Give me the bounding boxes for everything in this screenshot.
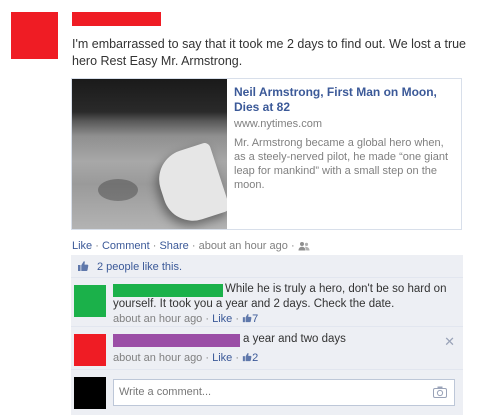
- like-summary-row: 2 people like this.: [71, 255, 463, 278]
- comment-placeholder: Write a comment...: [119, 386, 212, 398]
- separator: ·: [149, 240, 160, 252]
- thumbs-up-icon: [77, 260, 89, 272]
- commenter-avatar[interactable]: [74, 334, 106, 366]
- comment-item: a year and two days about an hour ago · …: [71, 328, 463, 370]
- comment-timestamp[interactable]: about an hour ago: [113, 313, 202, 325]
- thumbs-up-icon: [242, 314, 252, 323]
- poster-name-redacted[interactable]: [72, 12, 161, 26]
- likes-summary-link[interactable]: 2 people like this.: [97, 261, 182, 273]
- feedback-section: 2 people like this. While he is truly a …: [71, 255, 463, 415]
- link-thumbnail[interactable]: [72, 79, 227, 229]
- commenter-avatar[interactable]: [74, 285, 106, 317]
- comment-item: While he is truly a hero, don't be so ha…: [71, 279, 463, 327]
- separator: ·: [232, 352, 243, 364]
- post-actions: Like · Comment · Share · about an hour a…: [72, 240, 310, 254]
- shared-link-card[interactable]: Neil Armstrong, First Man on Moon, Dies …: [71, 78, 462, 230]
- post-text: I'm embarrassed to say that it took me 2…: [72, 37, 467, 68]
- viewer-avatar: [74, 377, 106, 409]
- comment-meta: about an hour ago · Like · 7: [113, 313, 258, 325]
- separator: ·: [232, 313, 243, 325]
- separator: ·: [188, 240, 199, 252]
- like-count-number: 7: [252, 313, 259, 325]
- comment-like-link[interactable]: Like: [212, 352, 232, 364]
- poster-avatar[interactable]: [11, 12, 58, 59]
- footprint-shape: [98, 179, 138, 201]
- close-icon[interactable]: ✕: [444, 334, 455, 350]
- camera-icon[interactable]: [433, 386, 447, 398]
- boot-shape: [151, 141, 227, 229]
- comment-text: a year and two days: [243, 333, 346, 345]
- link-title[interactable]: Neil Armstrong, First Man on Moon, Dies …: [234, 85, 456, 115]
- comment-like-count[interactable]: 7: [242, 313, 258, 325]
- like-count-number: 2: [252, 352, 259, 364]
- comment-meta: about an hour ago · Like · 2: [113, 352, 258, 364]
- like-link[interactable]: Like: [72, 240, 92, 252]
- comment-like-link[interactable]: Like: [212, 313, 232, 325]
- comment-link[interactable]: Comment: [102, 240, 150, 252]
- separator: ·: [287, 240, 298, 252]
- comment-composer: Write a comment...: [71, 371, 463, 415]
- share-link[interactable]: Share: [159, 240, 188, 252]
- link-description: Mr. Armstrong became a global hero when,…: [234, 137, 449, 191]
- audience-icon[interactable]: [298, 241, 310, 254]
- thumbs-up-icon: [242, 353, 252, 362]
- separator: ·: [92, 240, 102, 252]
- separator: ·: [202, 352, 213, 364]
- comment-text: While he is truly a hero, don't be so ha…: [113, 283, 447, 310]
- comment-input[interactable]: Write a comment...: [113, 379, 455, 406]
- post-timestamp[interactable]: about an hour ago: [199, 240, 288, 252]
- separator: ·: [202, 313, 213, 325]
- commenter-name-redacted[interactable]: [113, 334, 240, 347]
- comment-like-count[interactable]: 2: [242, 352, 258, 364]
- comment-timestamp[interactable]: about an hour ago: [113, 352, 202, 364]
- link-domain: www.nytimes.com: [234, 118, 323, 130]
